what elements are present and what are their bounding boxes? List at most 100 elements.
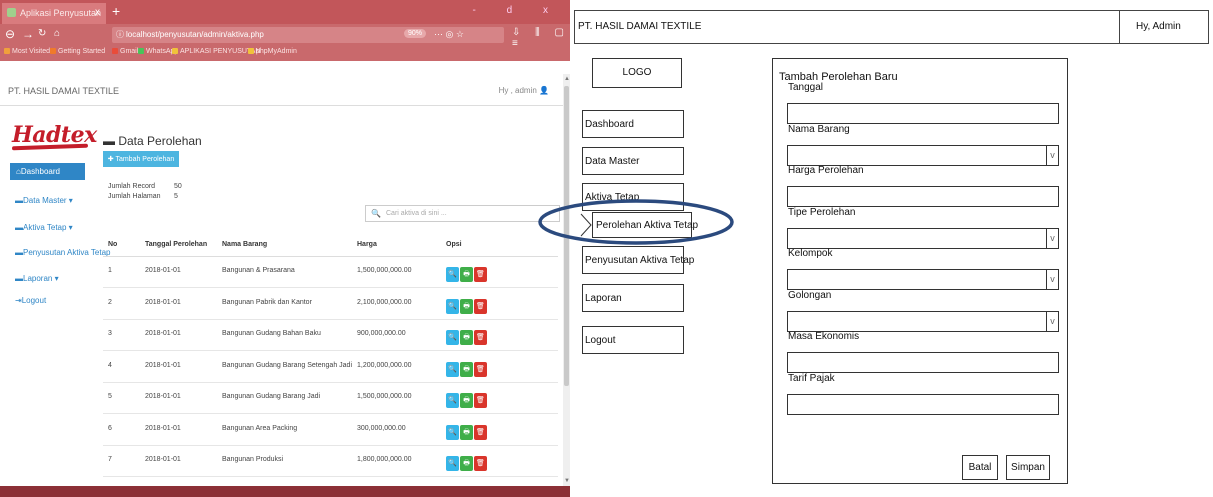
user-greeting[interactable]: Hy , admin 👤 [499, 86, 549, 95]
delete-icon[interactable]: 🗑 [474, 330, 487, 345]
save-button[interactable]: Simpan [1006, 455, 1050, 480]
forward-icon[interactable]: → [22, 27, 34, 41]
wf-user-greeting[interactable]: Hy, Admin [1136, 21, 1181, 32]
app-title: PT. HASIL DAMAI TEXTILE [8, 86, 120, 96]
view-icon[interactable]: 🔍 [446, 456, 459, 471]
print-icon[interactable]: 🖶 [460, 393, 473, 408]
view-icon[interactable]: 🔍 [446, 330, 459, 345]
search-placeholder: Cari aktiva di sini ... [386, 210, 447, 217]
wireframe-mockup: PT. HASIL DAMAI TEXTILE Hy, Admin LOGO D… [538, 0, 1213, 497]
delete-icon[interactable]: 🗑 [474, 393, 487, 408]
home-icon[interactable]: ⌂ [54, 27, 60, 41]
zoom-badge[interactable]: 90% [404, 29, 427, 38]
bookmark-item[interactable]: Most Visited [4, 48, 50, 55]
delete-icon[interactable]: 🗑 [474, 361, 487, 377]
wf-text-field[interactable] [787, 393, 1059, 415]
url-text[interactable]: localhost/penyusutan/admin/aktiva.php [126, 30, 264, 39]
cell-nama: Bangunan Gudang Barang Jadi [222, 393, 321, 400]
cell-harga: 1,500,000,000.00 [357, 393, 412, 400]
wf-top-bar: PT. HASIL DAMAI TEXTILE Hy, Admin [574, 10, 1209, 44]
cell-harga: 2,100,000,000.00 [357, 298, 412, 306]
sidebar-item-data-master[interactable]: ▬Data Master ▾ [15, 196, 73, 205]
print-icon[interactable]: 🖶 [460, 424, 473, 440]
delete-icon[interactable]: 🗑 [474, 267, 487, 282]
search-input[interactable]: 🔍 Cari aktiva di sini ... [365, 205, 560, 222]
view-icon[interactable]: 🔍 [446, 424, 459, 440]
wf-menu-logout[interactable]: Logout [582, 326, 684, 354]
sidebar-item-dashboard[interactable]: ⌂Dashboard [10, 163, 85, 180]
dropdown-chevron-icon[interactable]: v [1046, 311, 1058, 331]
col-header-nama: Nama Barang [222, 241, 268, 248]
view-icon[interactable]: 🔍 [446, 361, 459, 377]
wf-select-field[interactable]: v [787, 144, 1059, 166]
cell-tanggal: 2018-01-01 [145, 298, 181, 306]
user-icon: 👤 [539, 86, 549, 95]
folder-icon: ▬ [15, 248, 23, 257]
stat-page-value: 5 [174, 193, 178, 200]
wf-field-label: Harga Perolehan [788, 165, 864, 176]
back-icon[interactable]: ⊖ [5, 27, 15, 41]
browser-tab-bar: Aplikasi Penyusutan x + - d x [0, 0, 570, 24]
wf-menu-penyusutan[interactable]: Penyusutan Aktiva Tetap [582, 246, 694, 274]
delete-icon[interactable]: 🗑 [474, 456, 487, 471]
table-row: 2 2018-01-01 Bangunan Pabrik dan Kantor 2,1… [103, 289, 558, 320]
cell-harga: 1,800,000,000.00 [357, 456, 412, 463]
wf-menu-laporan[interactable]: Laporan [582, 284, 684, 312]
bookmark-item[interactable]: Getting Started [50, 48, 105, 55]
sidebar-item-logout[interactable]: ⇥Logout [15, 296, 46, 305]
col-header-tanggal: Tanggal Perolehan [145, 241, 208, 248]
bookmark-item[interactable]: phpMyAdmin [248, 48, 297, 55]
wf-submenu-perolehan[interactable]: Perolehan Aktiva Tetap [592, 212, 698, 238]
cell-no: 2 [108, 298, 112, 306]
row-actions: 🔍🖶🗑 [446, 389, 488, 408]
address-bar[interactable]: ⓘ localhost/penyusutan/admin/aktiva.php … [112, 27, 504, 43]
page-scrollbar[interactable]: ▲ ▼ [563, 74, 570, 486]
view-icon[interactable]: 🔍 [446, 393, 459, 408]
dropdown-chevron-icon[interactable]: v [1046, 270, 1058, 289]
wf-select-field[interactable]: v [787, 227, 1059, 249]
cell-tanggal: 2018-01-01 [145, 330, 181, 337]
wf-menu-aktiva-tetap[interactable]: Aktiva Tetap [582, 183, 684, 211]
cell-no: 3 [108, 330, 112, 337]
add-perolehan-button[interactable]: ✚ Tambah Perolehan [103, 151, 179, 167]
sidebar-item-laporan[interactable]: ▬Laporan ▾ [15, 274, 59, 283]
browser-screenshot: Aplikasi Penyusutan x + - d x ⊖ → ↻ ⌂ ⓘ … [0, 0, 570, 497]
dropdown-chevron-icon[interactable]: v [1046, 228, 1058, 248]
cell-nama: Bangunan Gudang Bahan Baku [222, 330, 321, 337]
window-controls[interactable]: - d x [473, 5, 562, 16]
delete-icon[interactable]: 🗑 [474, 298, 487, 314]
bookmark-item[interactable]: Gmail [112, 48, 138, 55]
logout-icon: ⇥ [15, 296, 22, 305]
wf-select-field[interactable]: v [787, 310, 1059, 332]
dropdown-chevron-icon[interactable]: v [1046, 145, 1058, 165]
wf-text-field[interactable] [787, 186, 1059, 207]
wf-menu-dashboard[interactable]: Dashboard [582, 110, 684, 138]
print-icon[interactable]: 🖶 [460, 456, 473, 471]
wf-menu-data-master[interactable]: Data Master [582, 147, 684, 175]
delete-icon[interactable]: 🗑 [474, 424, 487, 440]
scroll-thumb[interactable] [564, 86, 569, 386]
print-icon[interactable]: 🖶 [460, 267, 473, 282]
browser-tab[interactable]: Aplikasi Penyusutan x [2, 3, 106, 24]
sidebar-item-aktiva-tetap[interactable]: ▬Aktiva Tetap ▾ [15, 223, 73, 232]
wf-text-field[interactable] [787, 352, 1059, 373]
cell-no: 1 [108, 267, 112, 274]
cancel-button[interactable]: Batal [962, 455, 998, 480]
wf-text-field[interactable] [787, 103, 1059, 124]
cell-harga: 900,000,000.00 [357, 330, 406, 337]
tab-close-icon[interactable]: x [95, 7, 100, 18]
print-icon[interactable]: 🖶 [460, 330, 473, 345]
new-tab-icon[interactable]: + [112, 3, 120, 19]
page-actions-icon[interactable]: ··· ◎ ☆ [434, 29, 464, 40]
view-icon[interactable]: 🔍 [446, 267, 459, 282]
wf-select-field[interactable]: v [787, 269, 1059, 290]
print-icon[interactable]: 🖶 [460, 361, 473, 377]
wf-field-label: Tipe Perolehan [788, 206, 856, 218]
reload-icon[interactable]: ↻ [38, 27, 46, 41]
sidebar-item-penyusutan[interactable]: ▬Penyusutan Aktiva Tetap [15, 248, 110, 257]
view-icon[interactable]: 🔍 [446, 298, 459, 314]
print-icon[interactable]: 🖶 [460, 298, 473, 314]
row-actions: 🔍🖶🗑 [446, 358, 488, 377]
wf-field-label: Tanggal [788, 82, 824, 93]
info-icon: ⓘ [116, 30, 124, 39]
